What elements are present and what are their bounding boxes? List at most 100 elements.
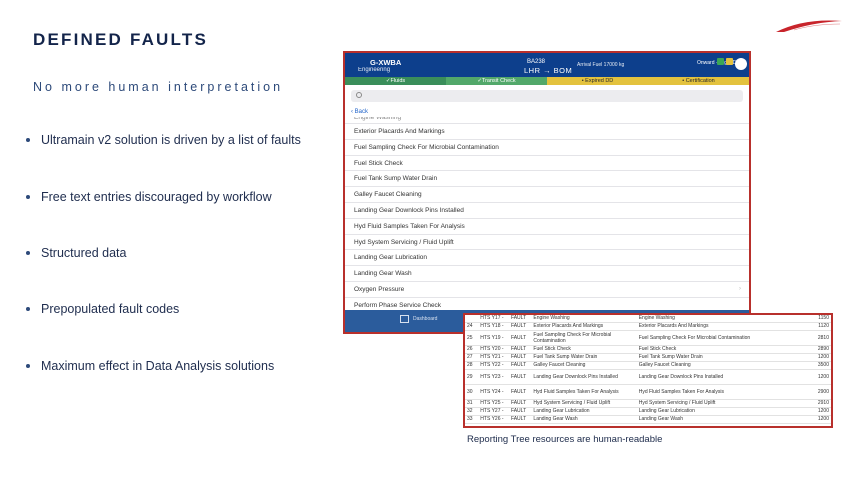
table-cell: Exterior Placards And Markings — [531, 322, 637, 331]
table-row: 31 HTS Y25 - FAULT Hyd System Servicing / F… — [465, 399, 831, 408]
fault-list: Engine Washing Exterior Placards And Mar… — [345, 117, 749, 307]
table-row: 29 HTS Y23 - FAULT Landing Gear Downlock Pi… — [465, 369, 831, 385]
table-cell: HTS Y23 - — [478, 369, 509, 385]
table-row: 25 HTS Y19 - FAULT Fuel Sampling Check For … — [465, 330, 831, 346]
list-item[interactable]: Oxygen Pressure › — [345, 282, 749, 298]
table-cell: Fuel Stick Check — [636, 345, 791, 354]
table-cell: 1150 — [790, 315, 831, 323]
table-cell: FAULT — [508, 315, 532, 323]
table-row: 26 HTS Y20 - FAULT Fuel Stick Check Fuel Sti… — [465, 345, 831, 354]
table-cell: Engine Washing — [636, 315, 791, 323]
table-row: 33 HTS Y26 - FAULT Landing Gear Wash Landing… — [465, 415, 831, 424]
list-item[interactable]: Exterior Placards And Markings — [345, 124, 749, 140]
back-button[interactable]: ‹ Back — [345, 104, 749, 117]
table-cell: 1200 — [790, 369, 831, 385]
table-cell: Hyd System Servicing / Fluid Uplift — [636, 399, 791, 408]
list-item[interactable]: Galley Faucet Cleaning — [345, 187, 749, 203]
bullet-dot-icon — [26, 307, 30, 311]
table-cell: 24 — [465, 322, 479, 331]
list-item[interactable]: Hyd Fluid Samples Taken For Analysis — [345, 219, 749, 235]
table-row: 24 HTS Y18 - FAULT Exterior Placards And Ma… — [465, 322, 831, 331]
table-cell: FAULT — [508, 369, 532, 385]
table-cell: Hyd Fluid Samples Taken For Analysis — [636, 384, 791, 400]
table-cell: HTS Y27 - — [478, 407, 509, 416]
table-cell: Landing Gear Lubrication — [531, 407, 637, 416]
table-cell: FAULT — [508, 399, 532, 408]
bullet-item: Structured data — [26, 246, 126, 260]
search-input[interactable] — [351, 90, 743, 102]
list-item-label: Oxygen Pressure — [354, 285, 405, 293]
status-certification[interactable]: • Certification — [648, 77, 749, 85]
app-screenshot: G-XWBA Engineering BA238 LHR → BOM Arriv… — [343, 51, 751, 334]
list-item[interactable]: Landing Gear Lubrication — [345, 250, 749, 267]
table-cell: 1200 — [790, 415, 831, 424]
table-cell: FAULT — [508, 330, 532, 346]
list-item[interactable]: Perform Phase Service Check — [345, 298, 749, 307]
status-square-icon[interactable] — [717, 58, 724, 65]
status-square-icon[interactable] — [726, 58, 733, 65]
bullet-item: Prepopulated fault codes — [26, 302, 179, 316]
list-item[interactable]: Hyd System Servicing / Fluid Uplift — [345, 235, 749, 251]
list-item[interactable]: Fuel Sampling Check For Microbial Contam… — [345, 140, 749, 156]
bullet-item: Maximum effect in Data Analysis solution… — [26, 359, 274, 373]
table-cell: HTS Y18 - — [478, 322, 509, 331]
flight-number: BA238 — [527, 59, 546, 65]
status-expired-dd[interactable]: • Expired DD — [547, 77, 648, 85]
app-header: G-XWBA Engineering BA238 LHR → BOM Arriv… — [345, 53, 749, 77]
bullet-text: Structured data — [41, 246, 127, 260]
table-cell: Hyd Fluid Samples Taken For Analysis — [531, 384, 637, 400]
table-cell: 31 — [465, 399, 479, 408]
bullet-text: Maximum effect in Data Analysis solution… — [41, 359, 275, 373]
dashboard-label: Dashboard — [413, 316, 438, 322]
table-row: 30 HTS Y24 - FAULT Hyd Fluid Samples Taken … — [465, 384, 831, 400]
table-cell: 29 — [465, 369, 479, 385]
table-cell: Landing Gear Downlock Pins Installed — [531, 369, 637, 385]
back-label: Back — [354, 109, 369, 115]
table-cell: Engine Washing — [531, 315, 637, 323]
table-row: 32 HTS Y27 - FAULT Landing Gear Lubrication… — [465, 407, 831, 416]
list-item[interactable]: Landing Gear Downlock Pins Installed — [345, 203, 749, 219]
table-cell: FAULT — [508, 361, 532, 370]
search-icon — [356, 92, 362, 98]
table-cell: 2900 — [790, 384, 831, 400]
table-cell: HTS Y26 - — [478, 415, 509, 424]
table-cell: Landing Gear Downlock Pins Installed — [636, 369, 791, 385]
bullet-dot-icon — [26, 195, 30, 199]
chevron-right-icon: › — [739, 285, 741, 292]
fuel-info: Arrival Fuel 17000 kg — [577, 62, 625, 68]
bullet-item: Ultramain v2 solution is driven by a lis… — [26, 133, 301, 147]
table-cell: Fuel Stick Check — [531, 345, 637, 354]
list-item[interactable]: Engine Washing — [345, 117, 749, 124]
caption: Reporting Tree resources are human-reada… — [467, 434, 663, 445]
status-transit-check[interactable]: ✓Transit Check — [446, 77, 547, 85]
bullet-text: Free text entries discouraged by workflo… — [41, 190, 272, 204]
table-cell: HTS Y19 - — [478, 330, 509, 346]
table-cell: Fuel Sampling Check For Microbial Contam… — [531, 330, 637, 346]
status-fluids[interactable]: ✓Fluids — [345, 77, 446, 85]
table-cell: FAULT — [508, 353, 532, 362]
list-item[interactable]: Landing Gear Wash — [345, 266, 749, 282]
table-row: 27 HTS Y21 - FAULT Fuel Tank Sump Water Dra… — [465, 353, 831, 362]
table-cell: Landing Gear Wash — [531, 415, 637, 424]
table-cell: 33 — [465, 415, 479, 424]
table-cell: HTS Y24 - — [478, 384, 509, 400]
bullet-dot-icon — [26, 138, 30, 142]
bullet-item: Free text entries discouraged by workflo… — [26, 190, 272, 204]
list-item[interactable]: Fuel Stick Check — [345, 156, 749, 172]
table-cell: 32 — [465, 407, 479, 416]
table-cell: 26 — [465, 345, 479, 354]
dashboard-button[interactable]: Dashboard — [400, 315, 437, 323]
table-cell: 3500 — [790, 361, 831, 370]
airline-logo — [776, 20, 842, 32]
table-cell: 25 — [465, 330, 479, 346]
table-row: HTS Y17 - FAULT Engine Washing Engine Washi… — [465, 315, 831, 323]
list-item[interactable]: Fuel Tank Sump Water Drain — [345, 171, 749, 188]
table-cell: Galley Faucet Cleaning — [636, 361, 791, 370]
slide-subtitle: No more human interpretation — [33, 80, 284, 94]
table-cell: 30 — [465, 384, 479, 400]
table-cell: 1120 — [790, 322, 831, 331]
table-cell: FAULT — [508, 322, 532, 331]
table-cell: FAULT — [508, 345, 532, 354]
user-icon[interactable] — [735, 58, 747, 70]
table-cell: 2810 — [790, 330, 831, 346]
